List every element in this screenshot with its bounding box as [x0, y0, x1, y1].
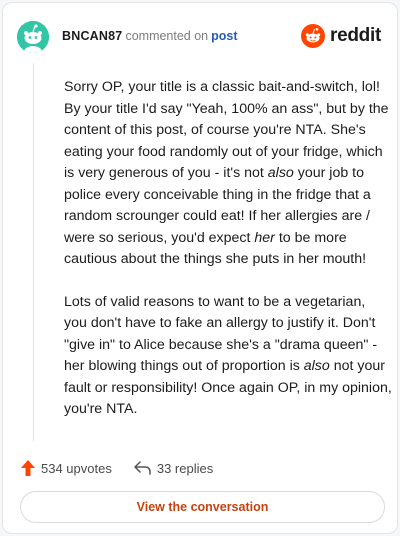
- comment-body: Sorry OP, your title is a classic bait-a…: [64, 77, 392, 442]
- reddit-logo[interactable]: reddit: [301, 23, 381, 49]
- replies-count: 33 replies: [156, 460, 214, 476]
- comment-header: BNCAN87 commented on post reddit: [17, 21, 383, 53]
- upvote-arrow-icon: [21, 460, 35, 476]
- upvotes-stat[interactable]: 534 upvotes: [21, 460, 112, 476]
- username[interactable]: BNCAN87: [62, 29, 122, 43]
- comment-card: BNCAN87 commented on post reddit Sorry OP,…: [2, 2, 398, 534]
- user-avatar[interactable]: [17, 21, 49, 53]
- p1-emphasis-her: her: [254, 229, 275, 246]
- replies-stat[interactable]: 33 replies: [134, 461, 213, 476]
- p2-emphasis-also: also: [303, 358, 330, 374]
- comment-paragraph-1: Sorry OP, your title is a classic bait-a…: [64, 77, 392, 271]
- snoo-avatar-icon: [17, 21, 49, 53]
- post-link[interactable]: post: [211, 29, 237, 43]
- p1-emphasis-also: also: [267, 165, 294, 181]
- thread-line: [33, 63, 34, 441]
- comment-footer: 534 upvotes 33 replies: [21, 458, 213, 478]
- reply-arrow-icon: [134, 461, 151, 475]
- view-conversation-button[interactable]: View the conversation: [20, 491, 385, 523]
- comment-meta: BNCAN87 commented on post: [62, 29, 238, 43]
- commented-on-label: commented on: [125, 29, 209, 43]
- reddit-snoo-logo-icon: [301, 24, 326, 48]
- comment-paragraph-2: Lots of valid reasons to want to be a ve…: [64, 292, 392, 421]
- reddit-wordmark: reddit: [330, 25, 381, 46]
- upvotes-count: 534 upvotes: [41, 460, 112, 476]
